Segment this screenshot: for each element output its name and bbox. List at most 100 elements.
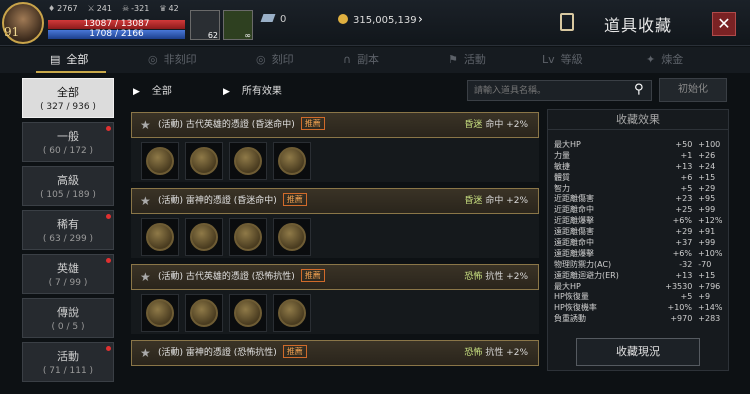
item-slot[interactable] (229, 142, 267, 180)
star-icon[interactable]: ★ (140, 189, 151, 213)
recommend-badge: 推薦 (300, 117, 325, 130)
effect-k: 負重誘動 (554, 314, 586, 324)
close-button[interactable]: ✕ (712, 12, 736, 36)
group-header[interactable]: ★ (活動) 雷神的憑證 (恐怖抗性) 推薦 恐怖 抗性 +2% (131, 340, 539, 366)
player-level: 91 (4, 25, 20, 39)
stat-gem: ♦ 2767 (48, 4, 78, 13)
sidebar-item-hero[interactable]: 英雄( 7 / 99 ) (22, 254, 114, 294)
effect-k: 最大HP (554, 281, 581, 291)
search-input[interactable] (467, 80, 652, 101)
tab-non-seal[interactable]: ◎ 非刻印 (148, 47, 197, 73)
flag-icon: ⚑ (448, 53, 458, 66)
gem-icon (260, 14, 276, 22)
top-bar: 91 ♦ 2767 ⚔ 241 ☠ -321 ♛ 42 13087 / 13087 17… (0, 0, 750, 46)
category-filter[interactable]: ▶ 全部 (133, 82, 172, 97)
gem-stat-icon: ♦ (48, 4, 56, 13)
sidebar-item-normal[interactable]: 一般( 60 / 172 ) (22, 122, 114, 162)
token-coin-icon (278, 299, 306, 327)
effect-rows[interactable]: 最大HP +50 +100 力量 +1 +26 敏捷 +13 +24 體質 +6 +15 智力 +5 +29… (548, 130, 728, 325)
sidebar-item-legend[interactable]: 傳說( 0 / 5 ) (22, 298, 114, 338)
item-slot[interactable] (273, 218, 311, 256)
play-triangle-icon: ▶ (133, 87, 140, 97)
effect-row: 遠距離命中 +37 +99 (554, 238, 722, 249)
effect-v2: +24 (698, 161, 716, 171)
effect-row: 體質 +6 +15 (554, 173, 722, 184)
potion-slot-a[interactable]: 62 (190, 10, 220, 40)
effect-row: 近距離命中 +25 +99 (554, 205, 722, 216)
seal-icon: ◎ (256, 53, 266, 66)
star-icon[interactable]: ★ (140, 265, 151, 289)
group-header[interactable]: ★ (活動) 古代英雄的憑證 (昏迷命中) 推薦 昏迷 命中 +2% (131, 112, 539, 138)
potion-slot-b[interactable]: ∞ (223, 10, 253, 40)
effect-v1: +37 (675, 238, 693, 248)
effect-row: 敏捷 +13 +24 (554, 162, 722, 173)
effect-v2: +796 (698, 281, 721, 291)
effect-k: 遠距離傷害 (554, 227, 594, 237)
effect-v1: +5 (680, 292, 693, 302)
sidebar-item-rare[interactable]: 稀有( 63 / 299 ) (22, 210, 114, 250)
token-coin-icon (190, 147, 218, 175)
effect-v1: +970 (670, 314, 693, 324)
item-slot[interactable] (141, 294, 179, 332)
effect-v2: +15 (698, 172, 716, 182)
sidebar-item-event[interactable]: 活動( 71 / 111 ) (22, 342, 114, 382)
effect-filter[interactable]: ▶ 所有效果 (223, 82, 282, 97)
effect-v2: +12% (698, 216, 723, 226)
effect-row: 近距離傷害 +23 +95 (554, 194, 722, 205)
gold-coin-icon (338, 14, 348, 24)
item-slot[interactable] (185, 142, 223, 180)
level-icon: Lv (542, 53, 555, 66)
effect-row: HP恢復機率 +10% +14% (554, 303, 722, 314)
grade-sidebar: 全部( 327 / 936 ) 一般( 60 / 172 ) 高級( 105 /… (22, 78, 114, 386)
alchemy-icon: ✦ (646, 53, 656, 66)
item-slot[interactable] (273, 294, 311, 332)
notification-dot (106, 126, 111, 131)
item-slot[interactable] (229, 294, 267, 332)
notification-dot (106, 258, 111, 263)
stat-skull: ☠ -321 (121, 4, 150, 13)
token-coin-icon (278, 223, 306, 251)
item-slot[interactable] (273, 142, 311, 180)
tab-alchemy[interactable]: ✦ 煉金 (646, 47, 683, 73)
tab-seal[interactable]: ◎ 刻印 (256, 47, 294, 73)
sidebar-item-advanced[interactable]: 高級( 105 / 189 ) (22, 166, 114, 206)
token-coin-icon (234, 299, 262, 327)
effect-v1: +13 (675, 270, 693, 280)
item-slot[interactable] (185, 294, 223, 332)
effect-v2: +91 (698, 227, 716, 237)
gem-currency: 0 (260, 14, 286, 25)
effect-v1: +6 (680, 172, 693, 182)
tab-dungeon[interactable]: ∩ 副本 (343, 47, 379, 73)
item-slot[interactable] (229, 218, 267, 256)
effect-v1: +23 (675, 194, 693, 204)
effect-v2: +29 (698, 183, 716, 193)
tab-level[interactable]: Lv 等級 (542, 47, 583, 73)
star-icon[interactable]: ★ (140, 113, 151, 137)
effect-v2: +26 (698, 150, 716, 160)
group-effect: 恐怖 抗性 +2% (464, 348, 528, 358)
item-slot[interactable] (141, 218, 179, 256)
sidebar-item-all[interactable]: 全部( 327 / 936 ) (22, 78, 114, 118)
group-header[interactable]: ★ (活動) 古代英雄的憑證 (恐怖抗性) 推薦 恐怖 抗性 +2% (131, 264, 539, 290)
token-coin-icon (146, 299, 174, 327)
tab-all[interactable]: ▤ 全部 (50, 47, 88, 73)
effect-v1: +25 (675, 205, 693, 215)
effect-k: 遠距離迴避力(ER) (554, 270, 619, 280)
search-icon[interactable]: ⚲ (634, 82, 644, 97)
effect-row: 智力 +5 +29 (554, 184, 722, 195)
effect-row: 遠距離爆擊 +6% +10% (554, 249, 722, 260)
gold-currency: 315,005,139 (338, 14, 417, 26)
collection-status-button[interactable]: 收藏現況 (576, 338, 700, 366)
item-slot[interactable] (141, 142, 179, 180)
star-icon[interactable]: ★ (140, 341, 151, 365)
group-header[interactable]: ★ (活動) 雷神的憑證 (昏迷命中) 推薦 昏迷 命中 +2% (131, 188, 539, 214)
collection-group: ★ (活動) 雷神的憑證 (恐怖抗性) 推薦 恐怖 抗性 +2% (131, 340, 539, 366)
active-tab-underline (36, 71, 106, 73)
effect-v2: +99 (698, 238, 716, 248)
currency-expand-icon[interactable]: › (418, 12, 423, 26)
tab-event[interactable]: ⚑ 活動 (448, 47, 486, 73)
effect-k: 物理防禦力(AC) (554, 259, 612, 269)
item-slot[interactable] (185, 218, 223, 256)
token-coin-icon (190, 299, 218, 327)
reset-button[interactable]: 初始化 (659, 78, 727, 102)
